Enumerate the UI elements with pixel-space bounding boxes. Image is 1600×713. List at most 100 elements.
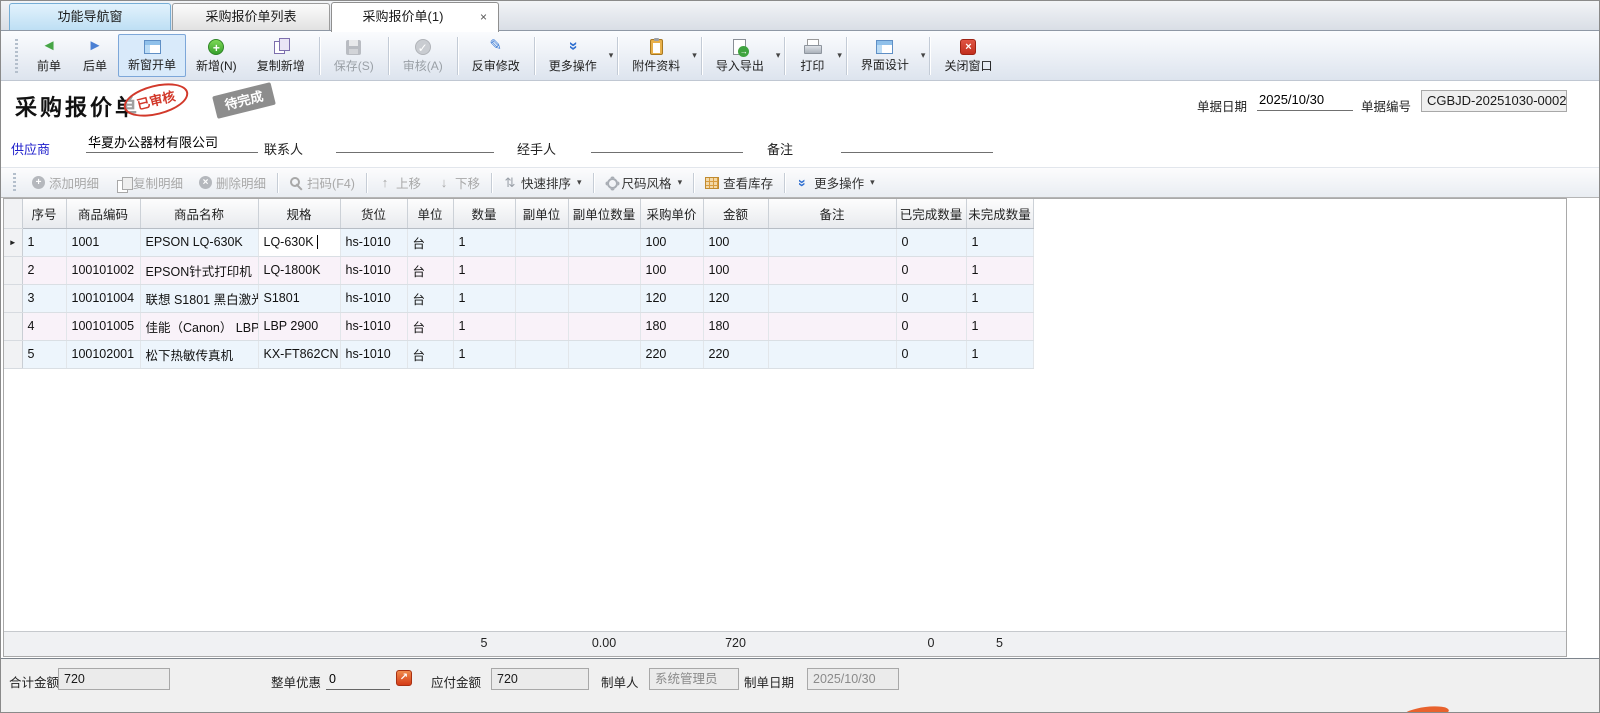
cell-remark[interactable] (768, 256, 896, 284)
col-header[interactable]: 备注 (768, 199, 896, 228)
cell-name[interactable]: EPSON LQ-630K (140, 228, 258, 256)
cell-subunit[interactable] (515, 256, 568, 284)
chevron-down-icon[interactable]: ▾ (921, 50, 926, 61)
copy-new-button[interactable]: 复制新增 (247, 33, 315, 78)
more-operations-button[interactable]: » 更多操作 (539, 33, 607, 78)
table-row[interactable]: 4 100101005 佳能（Canon） LBP LBP 2900 hs-10… (4, 312, 1033, 340)
col-header[interactable]: 规格 (258, 199, 340, 228)
col-header[interactable]: 货位 (340, 199, 407, 228)
cell-done[interactable]: 0 (896, 256, 966, 284)
cell-name[interactable]: 联想 S1801 黑白激光 (140, 284, 258, 312)
cell-undone[interactable]: 1 (966, 228, 1033, 256)
cell-qty[interactable]: 1 (453, 256, 515, 284)
audit-button[interactable]: ✓ 审核(A) (393, 34, 453, 78)
cell-code[interactable]: 100101004 (66, 284, 140, 312)
unaudit-button[interactable]: ✎ 反审修改 (462, 33, 530, 78)
copy-detail-button[interactable]: 复制明细 (107, 170, 191, 195)
cell-qty[interactable]: 1 (453, 284, 515, 312)
cell-done[interactable]: 0 (896, 312, 966, 340)
cell-seq[interactable]: 4 (22, 312, 66, 340)
discount-edit-button[interactable]: ↗ (396, 670, 412, 686)
new-window-button[interactable]: 新窗开单 (118, 34, 186, 77)
table-row[interactable]: 2 100101002 EPSON针式打印机 LQ-1800K hs-1010 … (4, 256, 1033, 284)
tab-close-icon[interactable]: × (476, 10, 491, 25)
cell-code[interactable]: 1001 (66, 228, 140, 256)
cell-subunit[interactable] (515, 284, 568, 312)
cell-done[interactable]: 0 (896, 284, 966, 312)
save-button[interactable]: 保存(S) (324, 34, 384, 78)
scan-button[interactable]: 扫码(F4) (281, 170, 363, 195)
prev-doc-button[interactable]: ◄ 前单 (26, 33, 72, 78)
chevron-down-icon[interactable]: ▾ (776, 50, 781, 61)
cell-amount[interactable]: 180 (703, 312, 768, 340)
cell-location[interactable]: hs-1010 (340, 312, 407, 340)
cell-amount[interactable]: 120 (703, 284, 768, 312)
cell-subunit[interactable] (515, 228, 568, 256)
size-style-button[interactable]: 尺码风格 ▾ (597, 170, 691, 195)
next-doc-button[interactable]: ► 后单 (72, 33, 118, 78)
cell-amount[interactable]: 100 (703, 228, 768, 256)
tab-quotation-list[interactable]: 采购报价单列表 (172, 3, 330, 30)
contact-input[interactable] (336, 131, 494, 153)
col-header[interactable]: 商品编码 (66, 199, 140, 228)
col-header[interactable]: 未完成数量 (966, 199, 1033, 228)
add-new-button[interactable]: + 新增(N) (186, 34, 247, 78)
row-header[interactable] (4, 256, 22, 284)
row-marker-icon[interactable]: ► (4, 228, 22, 256)
col-header[interactable]: 金额 (703, 199, 768, 228)
col-header[interactable]: 副单位 (515, 199, 568, 228)
attachments-button[interactable]: 附件资料 (622, 34, 690, 78)
table-row[interactable]: ► 1 1001 EPSON LQ-630K LQ-630K hs-1010 台… (4, 228, 1033, 256)
col-header[interactable]: 数量 (453, 199, 515, 228)
cell-location[interactable]: hs-1010 (340, 340, 407, 368)
cell-name[interactable]: EPSON针式打印机 (140, 256, 258, 284)
cell-unit[interactable]: 台 (407, 340, 453, 368)
cell-subqty[interactable] (568, 256, 640, 284)
table-row[interactable]: 3 100101004 联想 S1801 黑白激光 S1801 hs-1010 … (4, 284, 1033, 312)
cell-remark[interactable] (768, 284, 896, 312)
cell-spec[interactable]: LQ-1800K (258, 256, 340, 284)
cell-undone[interactable]: 1 (966, 256, 1033, 284)
cell-amount[interactable]: 100 (703, 256, 768, 284)
cell-undone[interactable]: 1 (966, 312, 1033, 340)
cell-remark[interactable] (768, 340, 896, 368)
tab-function-nav[interactable]: 功能导航窗 (9, 3, 171, 30)
remark-input[interactable] (841, 131, 993, 153)
cell-remark[interactable] (768, 312, 896, 340)
handler-input[interactable] (591, 131, 743, 153)
cell-seq[interactable]: 5 (22, 340, 66, 368)
cell-qty[interactable]: 1 (453, 228, 515, 256)
cell-name[interactable]: 松下热敏传真机 (140, 340, 258, 368)
col-header[interactable]: 副单位数量 (568, 199, 640, 228)
move-down-button[interactable]: ↓ 下移 (429, 170, 488, 195)
cell-qty[interactable]: 1 (453, 340, 515, 368)
cell-location[interactable]: hs-1010 (340, 284, 407, 312)
cell-seq[interactable]: 2 (22, 256, 66, 284)
cell-subqty[interactable] (568, 228, 640, 256)
cell-amount[interactable]: 220 (703, 340, 768, 368)
doc-date-input[interactable] (1257, 89, 1353, 111)
quick-sort-button[interactable]: ⇅ 快速排序 ▾ (495, 170, 590, 195)
cell-price[interactable]: 220 (640, 340, 703, 368)
cell-subqty[interactable] (568, 284, 640, 312)
cell-remark[interactable] (768, 228, 896, 256)
print-button[interactable]: 打印 (789, 34, 835, 78)
discount-input[interactable] (326, 668, 390, 690)
cell-code[interactable]: 100101005 (66, 312, 140, 340)
cell-code[interactable]: 100101002 (66, 256, 140, 284)
cell-location[interactable]: hs-1010 (340, 256, 407, 284)
import-export-button[interactable]: 导入导出 (706, 34, 774, 78)
cell-code[interactable]: 100102001 (66, 340, 140, 368)
cell-spec-editing[interactable]: LQ-630K (258, 228, 340, 256)
cell-seq[interactable]: 3 (22, 284, 66, 312)
col-header[interactable]: 序号 (22, 199, 66, 228)
cell-undone[interactable]: 1 (966, 340, 1033, 368)
cell-unit[interactable]: 台 (407, 312, 453, 340)
cell-spec[interactable]: LBP 2900 (258, 312, 340, 340)
cell-price[interactable]: 180 (640, 312, 703, 340)
cell-subunit[interactable] (515, 340, 568, 368)
ui-design-button[interactable]: 界面设计 (851, 34, 919, 77)
row-header[interactable] (4, 340, 22, 368)
row-header[interactable] (4, 312, 22, 340)
col-header[interactable]: 已完成数量 (896, 199, 966, 228)
